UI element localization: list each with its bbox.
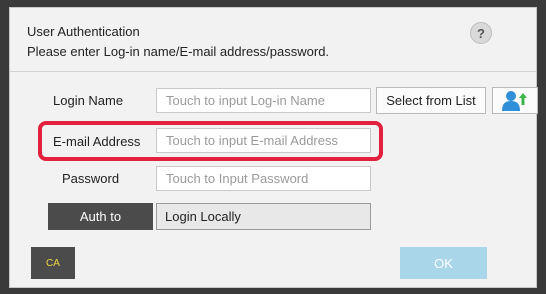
ok-button[interactable]: OK	[400, 247, 487, 279]
user-select-button[interactable]	[492, 87, 538, 114]
auth-to-button[interactable]: Auth to	[48, 203, 153, 230]
ca-button[interactable]: CA	[31, 247, 75, 279]
dialog-subtitle: Please enter Log-in name/E-mail address/…	[27, 44, 330, 59]
password-field[interactable]: Touch to Input Password	[156, 166, 371, 191]
user-add-icon	[502, 90, 527, 111]
help-button[interactable]: ?	[470, 22, 492, 44]
dialog-title: User Authentication	[27, 24, 140, 39]
login-name-label: Login Name	[53, 93, 124, 108]
login-name-field[interactable]: Touch to input Log-in Name	[156, 88, 371, 113]
email-address-field[interactable]: Touch to input E-mail Address	[156, 128, 371, 153]
password-label: Password	[62, 171, 120, 186]
user-authentication-dialog: User Authentication ? Please enter Log-i…	[9, 7, 538, 288]
auth-to-value: Login Locally	[156, 203, 371, 230]
header-divider	[10, 71, 536, 72]
email-address-label: E-mail Address	[53, 134, 141, 149]
select-from-list-button[interactable]: Select from List	[376, 87, 486, 114]
